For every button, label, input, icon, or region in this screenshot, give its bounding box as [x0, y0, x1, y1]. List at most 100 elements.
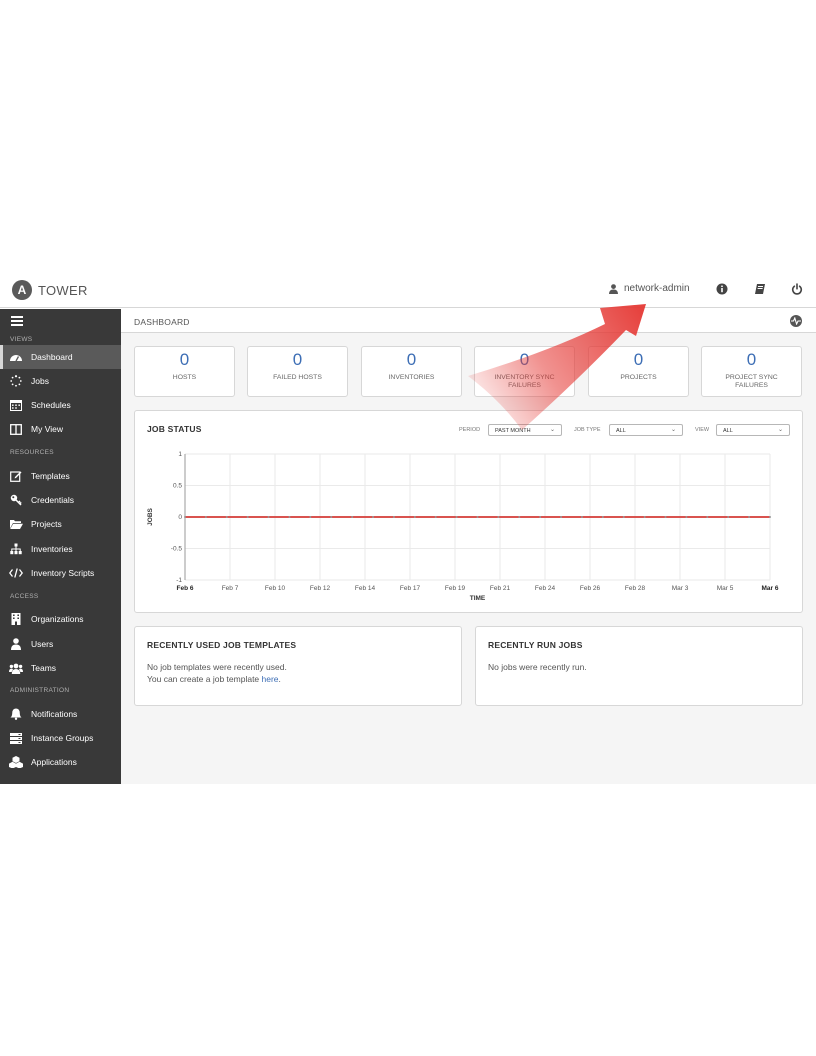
create-template-suffix: .	[278, 674, 281, 684]
user-menu[interactable]: network-admin	[609, 283, 690, 294]
sidebar-item-applications[interactable]: Applications	[0, 750, 121, 774]
sidebar-item-label: Applications	[31, 757, 77, 767]
period-select[interactable]: PAST MONTH ⌄	[488, 424, 562, 436]
documentation-button[interactable]	[754, 282, 766, 300]
sidebar-item-teams[interactable]: Teams	[0, 656, 121, 680]
chart-x-axis-label: TIME	[470, 595, 486, 602]
chart-point	[392, 516, 395, 518]
chevron-down-icon: ⌄	[670, 427, 676, 433]
inventory-sync-failures-label: INVENTORY SYNC FAILURES	[494, 374, 555, 389]
chart-y-tick-label: -0.5	[171, 546, 183, 553]
chart-point	[413, 516, 416, 518]
chart-y-axis-label: JOBS	[147, 507, 154, 525]
menu-toggle-icon[interactable]	[11, 316, 23, 328]
view-select[interactable]: ALL ⌄	[716, 424, 790, 436]
chart-x-tick-label: Mar 6	[762, 585, 779, 592]
sidebar-item-label: Projects	[31, 519, 62, 529]
section-access: ACCESS	[10, 593, 39, 600]
sidebar-item-dashboard[interactable]: Dashboard	[0, 345, 121, 369]
sidebar-item-templates[interactable]: Templates	[0, 464, 121, 488]
inventories-card[interactable]: 0 INVENTORIES	[361, 346, 462, 397]
chart-point	[601, 516, 604, 518]
chart-x-tick-label: Feb 21	[490, 585, 511, 592]
section-resources: RESOURCES	[10, 449, 54, 456]
dashboard-icon	[9, 350, 23, 364]
chart-point	[769, 516, 771, 518]
recent-templates-panel: RECENTLY USED JOB TEMPLATES No job templ…	[134, 626, 462, 706]
calendar-icon	[9, 398, 23, 412]
chart-point	[246, 516, 249, 518]
chart-point	[748, 516, 751, 518]
username: network-admin	[624, 283, 690, 294]
tower-logo[interactable]: A TOWER	[12, 280, 88, 300]
chart-x-tick-label: Feb 19	[445, 585, 466, 592]
ansible-logo-icon: A	[12, 280, 32, 300]
sidebar-item-projects[interactable]: Projects	[0, 512, 121, 536]
sidebar-item-schedules[interactable]: Schedules	[0, 393, 121, 417]
sidebar-item-label: Organizations	[31, 614, 84, 624]
sidebar-item-label: Teams	[31, 663, 57, 673]
logout-button[interactable]	[791, 282, 803, 300]
recent-jobs-empty: No jobs were recently run.	[488, 662, 587, 672]
inventories-count: 0	[406, 350, 417, 369]
sidebar-item-notifications[interactable]: Notifications	[0, 702, 121, 726]
about-button[interactable]	[716, 282, 728, 300]
sidebar-item-label: Inventory Scripts	[31, 568, 95, 578]
job-type-select[interactable]: ALL ⌄	[609, 424, 683, 436]
chart-x-tick-label: Mar 5	[717, 585, 734, 592]
recent-templates-line2: You can create a job template here.	[147, 673, 287, 685]
breadcrumb-bar: DASHBOARD	[121, 309, 816, 333]
job-status-title: JOB STATUS	[147, 424, 202, 434]
chart-point	[539, 516, 542, 518]
user-icon	[9, 637, 23, 651]
chart-point	[267, 516, 270, 518]
chart-y-tick-label: 0.5	[173, 483, 182, 490]
chart-point	[497, 516, 500, 518]
sidebar-item-jobs[interactable]: Jobs	[0, 369, 121, 393]
period-label: PERIOD	[459, 427, 481, 433]
main-content: DASHBOARD 0 HOSTS 0 FAILED HOSTS 0 INVEN…	[121, 309, 816, 784]
chart-x-tick-label: Feb 26	[580, 585, 601, 592]
sidebar-item-instance-groups[interactable]: Instance Groups	[0, 726, 121, 750]
sidebar-item-inventories[interactable]: Inventories	[0, 537, 121, 561]
code-icon	[9, 566, 23, 580]
chevron-down-icon: ⌄	[549, 427, 555, 433]
projects-card[interactable]: 0 PROJECTS	[588, 346, 689, 397]
top-bar: A TOWER network-admin	[0, 272, 816, 308]
sidebar-item-label: Templates	[31, 471, 70, 481]
activity-stream-icon	[791, 317, 801, 325]
projects-count: 0	[633, 350, 644, 369]
sidebar-item-label: Dashboard	[31, 352, 73, 362]
chart-y-tick-label: 1	[178, 451, 182, 458]
recent-jobs-panel: RECENTLY RUN JOBS No jobs were recently …	[475, 626, 803, 706]
app-name: TOWER	[38, 282, 88, 298]
power-icon	[791, 283, 803, 295]
chart-point	[184, 516, 186, 518]
sidebar-item-users[interactable]: Users	[0, 632, 121, 656]
sidebar-item-label: Inventories	[31, 544, 73, 554]
chart-x-tick-label: Feb 28	[625, 585, 646, 592]
failed-hosts-card[interactable]: 0 FAILED HOSTS	[247, 346, 348, 397]
period-value: PAST MONTH	[495, 428, 531, 434]
activity-stream-button[interactable]	[790, 315, 802, 327]
inventory-sync-failures-card[interactable]: 0 INVENTORY SYNC FAILURES	[474, 346, 575, 397]
chart-point	[434, 516, 437, 518]
sidebar-item-credentials[interactable]: Credentials	[0, 488, 121, 512]
sidebar-item-inventory-scripts[interactable]: Inventory Scripts	[0, 561, 121, 585]
failed-hosts-label: FAILED HOSTS	[273, 374, 322, 381]
chart-point	[518, 516, 521, 518]
book-icon	[755, 284, 765, 294]
hosts-count: 0	[179, 350, 190, 369]
folder-icon	[9, 517, 23, 531]
hosts-card[interactable]: 0 HOSTS	[134, 346, 235, 397]
sidebar-item-label: My View	[31, 424, 63, 434]
project-sync-failures-card[interactable]: 0 PROJECT SYNC FAILURES	[701, 346, 802, 397]
building-icon	[9, 612, 23, 626]
create-template-link[interactable]: here	[262, 674, 279, 684]
recent-jobs-title: RECENTLY RUN JOBS	[488, 640, 583, 650]
sidebar-item-my-view[interactable]: My View	[0, 417, 121, 441]
sidebar-item-organizations[interactable]: Organizations	[0, 607, 121, 631]
chart-point	[580, 516, 583, 518]
chart-point	[351, 516, 354, 518]
sidebar-item-label: Schedules	[31, 400, 71, 410]
